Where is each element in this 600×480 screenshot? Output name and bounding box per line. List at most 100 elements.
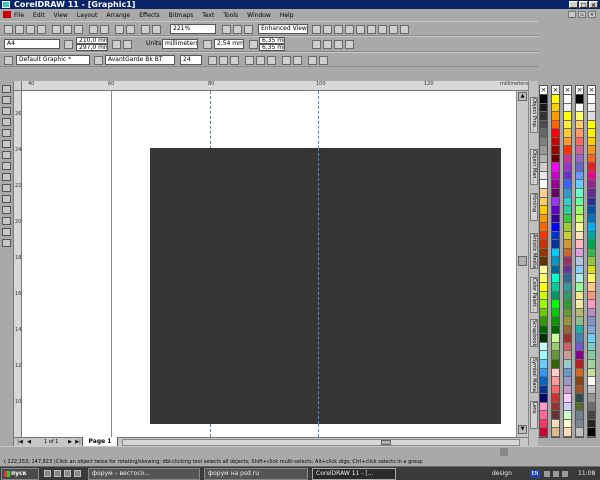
color-swatch[interactable]	[564, 257, 571, 266]
color-swatch[interactable]	[576, 377, 583, 386]
object-manager-icon[interactable]	[367, 25, 376, 34]
color-swatch[interactable]	[540, 129, 547, 138]
color-swatch[interactable]	[540, 308, 547, 318]
color-swatch[interactable]	[576, 334, 583, 343]
color-swatch[interactable]	[588, 189, 595, 198]
color-swatch[interactable]	[576, 325, 583, 335]
color-swatch[interactable]	[564, 171, 571, 181]
eyedropper-tool-icon[interactable]	[2, 206, 11, 214]
color-swatch[interactable]	[552, 428, 559, 437]
paper-size-select[interactable]: A4	[4, 39, 60, 49]
snap-icon[interactable]	[334, 40, 343, 49]
color-swatch[interactable]	[576, 163, 583, 172]
color-swatch[interactable]	[552, 171, 559, 181]
bullet-icon[interactable]	[282, 56, 291, 65]
color-swatch[interactable]	[540, 240, 547, 249]
color-swatch[interactable]	[588, 206, 595, 215]
no-color-swatch[interactable]: ×	[540, 86, 547, 95]
color-swatch[interactable]	[564, 283, 571, 292]
language-indicator[interactable]: EN	[530, 470, 540, 478]
color-swatch[interactable]	[588, 248, 595, 258]
color-swatch[interactable]	[552, 351, 559, 360]
color-swatch[interactable]	[540, 189, 547, 198]
color-swatch[interactable]	[588, 223, 595, 232]
basic-shapes-tool-icon[interactable]	[2, 173, 11, 181]
menu-file[interactable]: File	[14, 12, 24, 19]
color-swatch[interactable]	[564, 112, 571, 121]
app-icon[interactable]	[2, 1, 10, 8]
color-swatch[interactable]	[540, 163, 547, 172]
color-swatch[interactable]	[576, 112, 583, 121]
color-swatch[interactable]	[540, 351, 547, 360]
color-swatch[interactable]	[540, 317, 547, 326]
color-swatch[interactable]	[552, 274, 559, 284]
horizontal-scrollbar[interactable]	[122, 439, 520, 446]
color-swatch[interactable]	[564, 308, 571, 318]
color-swatch[interactable]	[540, 368, 547, 378]
units-select[interactable]: millimeters	[162, 39, 198, 49]
color-swatch[interactable]	[588, 377, 595, 386]
color-swatch[interactable]	[564, 189, 571, 198]
rectangle-tool-icon[interactable]	[2, 140, 11, 148]
color-swatch[interactable]	[564, 325, 571, 335]
copy-icon[interactable]	[63, 25, 72, 34]
color-swatch[interactable]	[552, 359, 559, 369]
color-swatch[interactable]	[564, 411, 571, 420]
color-swatch[interactable]	[564, 317, 571, 326]
ruler-origin[interactable]	[14, 81, 22, 91]
color-swatch[interactable]	[552, 325, 559, 335]
color-swatch[interactable]	[540, 300, 547, 309]
color-swatch[interactable]	[588, 231, 595, 241]
color-swatch[interactable]	[564, 240, 571, 249]
color-swatch[interactable]	[552, 248, 559, 258]
docker-tab[interactable]: Lens	[530, 401, 538, 429]
color-swatch[interactable]	[588, 351, 595, 360]
dockers-icon[interactable]	[334, 25, 343, 34]
color-swatch[interactable]	[588, 163, 595, 172]
color-swatch[interactable]	[540, 112, 547, 121]
color-swatch[interactable]	[552, 317, 559, 326]
color-swatch[interactable]	[564, 206, 571, 215]
edit-text-icon[interactable]	[319, 56, 328, 65]
prev-page-icon[interactable]: ◀	[25, 439, 33, 446]
auto-apply-icon[interactable]	[323, 40, 332, 49]
color-swatch[interactable]	[576, 359, 583, 369]
color-swatch[interactable]	[540, 402, 547, 412]
graphic-style-select[interactable]: Default Graphic *	[16, 55, 90, 65]
color-swatch[interactable]	[552, 223, 559, 232]
color-swatch[interactable]	[564, 300, 571, 309]
color-swatch[interactable]	[552, 419, 559, 429]
last-page-icon[interactable]: ▶|	[74, 439, 82, 446]
fill-indicator[interactable]	[500, 448, 508, 456]
italic-icon[interactable]	[219, 56, 228, 65]
menu-view[interactable]: View	[54, 12, 68, 19]
zoom-level-select[interactable]: 221%	[170, 24, 216, 34]
color-swatch[interactable]	[576, 342, 583, 352]
color-swatch[interactable]	[576, 419, 583, 429]
color-swatch[interactable]	[540, 231, 547, 241]
maximize-button[interactable]: □	[579, 1, 588, 9]
color-swatch[interactable]	[576, 411, 583, 420]
color-swatch[interactable]	[588, 214, 595, 224]
color-swatch[interactable]	[576, 137, 583, 147]
interactive-blend-tool-icon[interactable]	[2, 195, 11, 203]
color-swatch[interactable]	[552, 154, 559, 164]
color-swatch[interactable]	[552, 95, 559, 104]
mail-icon[interactable]	[64, 470, 71, 477]
duplicate-x-field[interactable]: 6,35 mm	[259, 37, 285, 44]
color-swatch[interactable]	[588, 419, 595, 429]
color-swatch[interactable]	[576, 223, 583, 232]
color-swatch[interactable]	[540, 180, 547, 190]
color-swatch[interactable]	[576, 351, 583, 360]
color-swatch[interactable]	[588, 257, 595, 266]
color-swatch[interactable]	[540, 291, 547, 301]
first-page-icon[interactable]: |◀	[16, 439, 24, 446]
color-swatch[interactable]	[540, 206, 547, 215]
color-swatch[interactable]	[564, 197, 571, 207]
color-swatch[interactable]	[552, 342, 559, 352]
freehand-tool-icon[interactable]	[2, 129, 11, 137]
undo-icon[interactable]	[89, 25, 98, 34]
color-swatch[interactable]	[564, 214, 571, 224]
close-button[interactable]: ×	[589, 1, 598, 9]
color-swatch[interactable]	[564, 129, 571, 138]
